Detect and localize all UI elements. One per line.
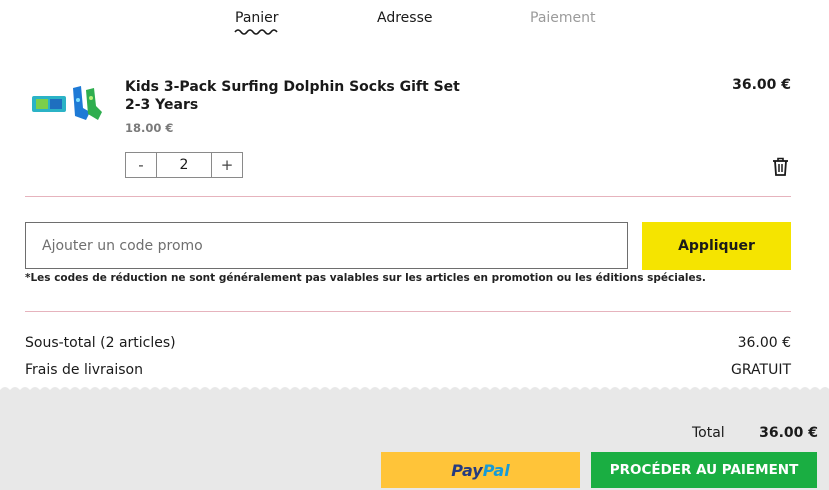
shipping-value: GRATUIT xyxy=(731,362,791,378)
product-unit-price: 18.00 € xyxy=(125,121,174,135)
quantity-increase-button[interactable]: + xyxy=(212,153,242,177)
total-value: 36.00 € xyxy=(759,425,818,441)
divider xyxy=(25,311,791,312)
quantity-stepper: - 2 + xyxy=(125,152,243,178)
product-line-price: 36.00 € xyxy=(732,77,791,93)
paypal-logo-pay: Pay xyxy=(451,460,483,480)
subtotal-label: Sous-total (2 articles) xyxy=(25,335,176,351)
quantity-value[interactable]: 2 xyxy=(156,153,212,177)
step-cart[interactable]: Panier xyxy=(235,10,279,26)
product-size: 2-3 Years xyxy=(125,97,199,113)
subtotal-value: 36.00 € xyxy=(737,335,791,351)
paypal-button[interactable]: Pay Pal xyxy=(381,452,580,488)
footer-scallop-edge xyxy=(0,387,829,394)
trash-icon[interactable] xyxy=(772,157,789,176)
promo-note: *Les codes de réduction ne sont générale… xyxy=(25,272,706,284)
active-step-underline xyxy=(234,29,278,35)
checkout-steps: Panier Adresse Paiement xyxy=(0,0,829,40)
total-label: Total xyxy=(692,425,725,441)
step-payment: Paiement xyxy=(530,10,596,26)
checkout-button[interactable]: PROCÉDER AU PAIEMENT xyxy=(591,452,817,488)
paypal-logo-pal: Pal xyxy=(482,460,510,480)
product-thumbnail[interactable] xyxy=(28,82,106,124)
quantity-decrease-button[interactable]: - xyxy=(126,153,156,177)
step-address[interactable]: Adresse xyxy=(377,10,432,26)
apply-promo-button[interactable]: Appliquer xyxy=(642,222,791,270)
shipping-label: Frais de livraison xyxy=(25,362,143,378)
product-title[interactable]: Kids 3-Pack Surfing Dolphin Socks Gift S… xyxy=(125,77,460,97)
divider xyxy=(25,196,791,197)
promo-code-input[interactable] xyxy=(25,222,628,269)
